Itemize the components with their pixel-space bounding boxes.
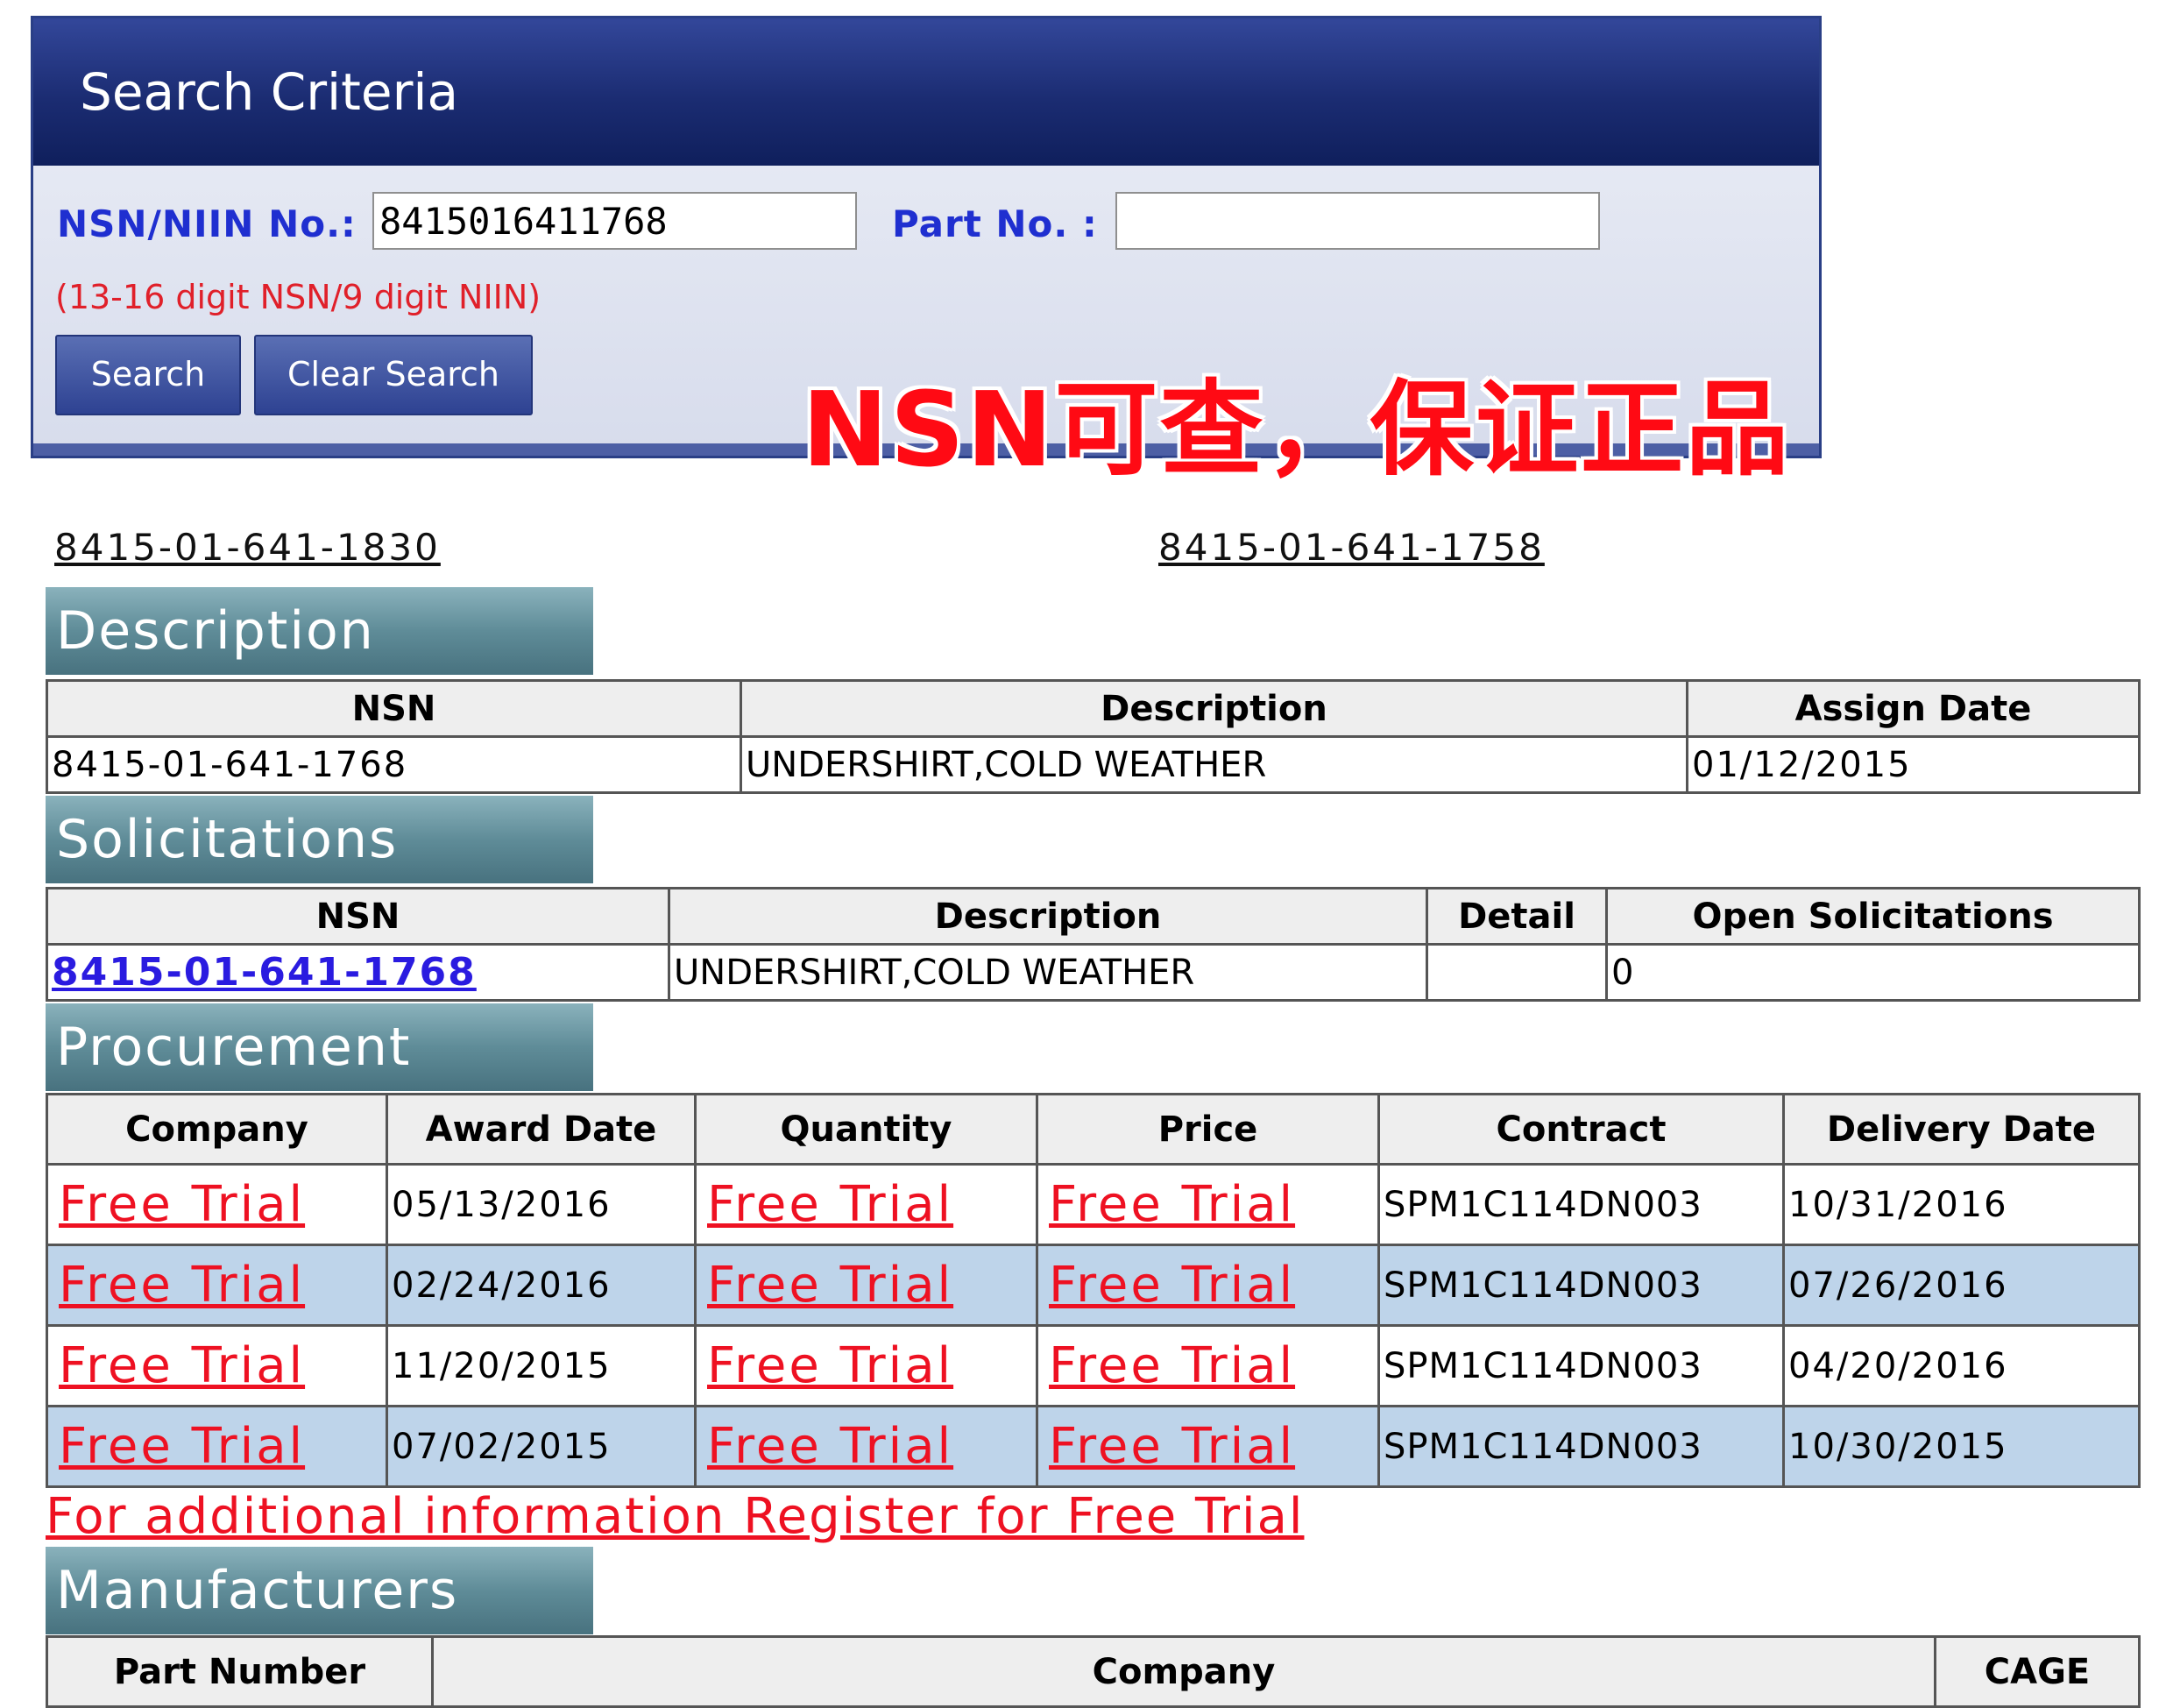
solicitation-nsn-link[interactable]: 8415-01-641-1768: [52, 950, 477, 995]
nsn-input[interactable]: [372, 192, 857, 250]
column-header: Price: [1036, 1093, 1380, 1166]
company-cell: Free Trial: [46, 1405, 388, 1488]
contract-cell: SPM1C114DN003: [1377, 1163, 1785, 1246]
column-header: Contract: [1377, 1093, 1785, 1166]
procurement-section-header: Procurement: [46, 1003, 593, 1091]
procurement-table: Company Award Date Quantity Price Contra…: [46, 1093, 2141, 1488]
free-trial-link[interactable]: Free Trial: [1042, 1257, 1295, 1314]
free-trial-link[interactable]: Free Trial: [52, 1176, 305, 1233]
solicitations-table: NSN Description Detail Open Solicitation…: [46, 887, 2141, 1002]
table-row: 8415-01-641-1768 UNDERSHIRT,COLD WEATHER…: [46, 943, 2141, 1002]
search-button[interactable]: Search: [55, 335, 241, 415]
quantity-cell: Free Trial: [694, 1324, 1038, 1407]
quantity-cell: Free Trial: [694, 1163, 1038, 1246]
table-row: Free Trial 07/02/2015 Free Trial Free Tr…: [46, 1405, 2141, 1488]
free-trial-link[interactable]: Free Trial: [1042, 1337, 1295, 1394]
table-row: 8415-01-641-1768 UNDERSHIRT,COLD WEATHER…: [46, 735, 2141, 794]
quantity-cell: Free Trial: [694, 1405, 1038, 1488]
contract-cell: SPM1C114DN003: [1377, 1405, 1785, 1488]
table-row: Free Trial 11/20/2015 Free Trial Free Tr…: [46, 1324, 2141, 1407]
free-trial-link[interactable]: Free Trial: [700, 1176, 953, 1233]
table-row: Free Trial 02/24/2016 Free Trial Free Tr…: [46, 1244, 2141, 1327]
column-header: Company: [431, 1635, 1936, 1708]
register-free-trial-link[interactable]: For additional information Register for …: [46, 1488, 1304, 1545]
column-header: Delivery Date: [1782, 1093, 2141, 1166]
company-cell: Free Trial: [46, 1324, 388, 1407]
nsn-format-hint: (13-16 digit NSN/9 digit NIIN): [55, 278, 541, 316]
free-trial-link[interactable]: Free Trial: [700, 1257, 953, 1314]
clear-search-button[interactable]: Clear Search: [254, 335, 533, 415]
free-trial-link[interactable]: Free Trial: [52, 1257, 305, 1314]
previous-nsn-link[interactable]: 8415-01-641-1830: [54, 526, 441, 569]
delivery-date-cell: 04/20/2016: [1782, 1324, 2141, 1407]
assign-date-cell: 01/12/2015: [1686, 735, 2141, 794]
description-cell: UNDERSHIRT,COLD WEATHER: [668, 943, 1428, 1002]
column-header: Description: [740, 679, 1688, 738]
free-trial-link[interactable]: Free Trial: [1042, 1176, 1295, 1233]
column-header: NSN: [46, 679, 742, 738]
search-criteria-title: Search Criteria: [33, 18, 1819, 166]
promo-overlay-text: NSN可查，保证正品: [802, 369, 1791, 490]
manufacturers-table: Part Number Company CAGE: [46, 1635, 2141, 1708]
part-number-input[interactable]: [1115, 192, 1600, 250]
column-header: Quantity: [694, 1093, 1038, 1166]
description-cell: UNDERSHIRT,COLD WEATHER: [740, 735, 1688, 794]
price-cell: Free Trial: [1036, 1324, 1380, 1407]
price-cell: Free Trial: [1036, 1163, 1380, 1246]
award-date-cell: 05/13/2016: [386, 1163, 697, 1246]
column-header: Description: [668, 887, 1428, 946]
free-trial-link[interactable]: Free Trial: [52, 1337, 305, 1394]
solicitations-section-header: Solicitations: [46, 796, 593, 883]
manufacturers-section-header: Manufacturers: [46, 1547, 593, 1634]
free-trial-link[interactable]: Free Trial: [700, 1337, 953, 1394]
column-header: NSN: [46, 887, 670, 946]
delivery-date-cell: 10/30/2015: [1782, 1405, 2141, 1488]
column-header: Assign Date: [1686, 679, 2141, 738]
detail-cell: [1426, 943, 1608, 1002]
description-table: NSN Description Assign Date 8415-01-641-…: [46, 679, 2141, 794]
delivery-date-cell: 10/31/2016: [1782, 1163, 2141, 1246]
column-header: Award Date: [386, 1093, 697, 1166]
part-number-label: Part No. :: [892, 202, 1098, 245]
award-date-cell: 11/20/2015: [386, 1324, 697, 1407]
free-trial-link[interactable]: Free Trial: [1042, 1418, 1295, 1475]
column-header: CAGE: [1934, 1635, 2141, 1708]
next-nsn-link[interactable]: 8415-01-641-1758: [1158, 526, 1545, 569]
price-cell: Free Trial: [1036, 1405, 1380, 1488]
contract-cell: SPM1C114DN003: [1377, 1324, 1785, 1407]
free-trial-link[interactable]: Free Trial: [700, 1418, 953, 1475]
table-header-row: NSN Description Assign Date: [46, 679, 2141, 738]
price-cell: Free Trial: [1036, 1244, 1380, 1327]
description-section-header: Description: [46, 587, 593, 675]
delivery-date-cell: 07/26/2016: [1782, 1244, 2141, 1327]
column-header: Open Solicitations: [1605, 887, 2141, 946]
nsn-cell: 8415-01-641-1768: [46, 735, 742, 794]
table-row: Free Trial 05/13/2016 Free Trial Free Tr…: [46, 1163, 2141, 1246]
open-solicitations-cell: 0: [1605, 943, 2141, 1002]
table-header-row: Company Award Date Quantity Price Contra…: [46, 1093, 2141, 1166]
company-cell: Free Trial: [46, 1244, 388, 1327]
column-header: Detail: [1426, 887, 1608, 946]
free-trial-link[interactable]: Free Trial: [52, 1418, 305, 1475]
column-header: Company: [46, 1093, 388, 1166]
award-date-cell: 02/24/2016: [386, 1244, 697, 1327]
table-header-row: Part Number Company CAGE: [46, 1635, 2141, 1708]
table-header-row: NSN Description Detail Open Solicitation…: [46, 887, 2141, 946]
nsn-cell: 8415-01-641-1768: [46, 943, 670, 1002]
company-cell: Free Trial: [46, 1163, 388, 1246]
award-date-cell: 07/02/2015: [386, 1405, 697, 1488]
contract-cell: SPM1C114DN003: [1377, 1244, 1785, 1327]
nsn-label: NSN/NIIN No.:: [57, 202, 357, 245]
column-header: Part Number: [46, 1635, 434, 1708]
quantity-cell: Free Trial: [694, 1244, 1038, 1327]
